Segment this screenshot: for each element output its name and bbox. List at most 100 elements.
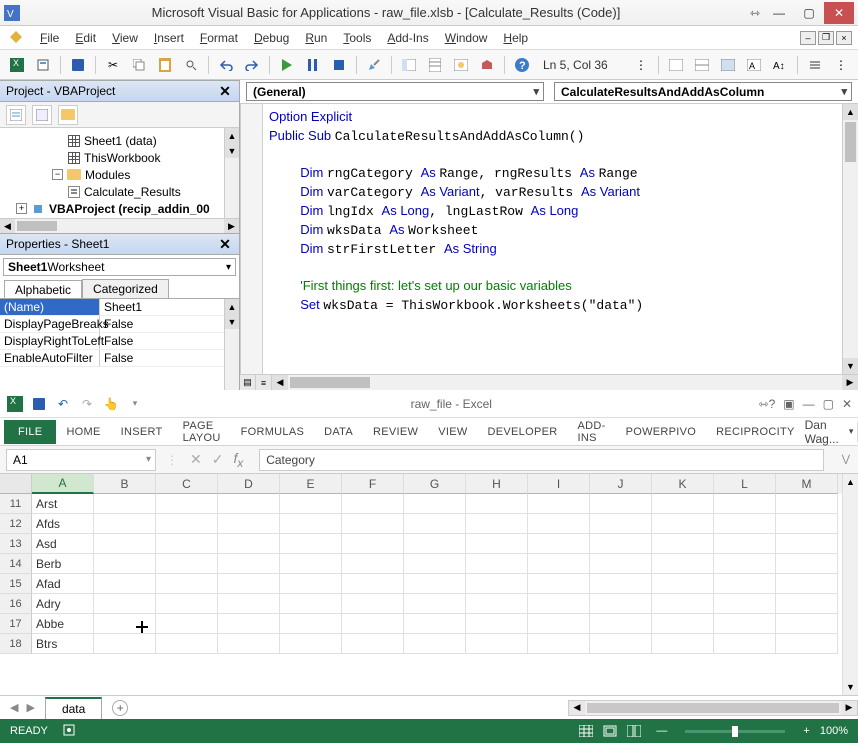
extra-tb-6[interactable] [804,54,826,76]
row-header[interactable]: 13 [0,534,32,554]
sheet-nav-prev-button[interactable]: ◀ [10,701,18,714]
insert-function-button[interactable]: fx [233,450,243,470]
find-button[interactable] [180,54,202,76]
cell[interactable] [714,514,776,534]
project-panel-close-button[interactable]: ✕ [217,83,233,99]
cell[interactable] [466,634,528,654]
cell[interactable] [156,634,218,654]
formula-input[interactable]: Category [259,449,824,471]
cell[interactable] [156,494,218,514]
maximize-button[interactable]: ▢ [794,2,824,24]
cell[interactable] [776,594,838,614]
expand-icon[interactable]: + [16,203,27,214]
toolbar-overflow-icon-2[interactable]: ⋮ [830,54,852,76]
project-tree[interactable]: Sheet1 (data) ThisWorkbook −Modules Calc… [0,128,239,218]
properties-grid[interactable]: (Name)Sheet1DisplayPageBreaksFalseDispla… [0,298,239,390]
view-excel-button[interactable] [6,54,28,76]
cell[interactable] [280,614,342,634]
cell[interactable] [94,574,156,594]
cell[interactable] [156,594,218,614]
menu-debug[interactable]: Debug [246,29,297,47]
cell[interactable] [528,574,590,594]
qat-touch-mode-button[interactable]: 👆 [102,395,120,413]
cell[interactable] [466,594,528,614]
row-header[interactable]: 16 [0,594,32,614]
cell[interactable] [94,614,156,634]
ribbon-tab-view[interactable]: VIEW [428,420,477,444]
ribbon-tab-data[interactable]: DATA [314,420,363,444]
insert-dropdown-button[interactable] [32,54,54,76]
sheet-tab-data[interactable]: data [45,697,102,719]
normal-view-button[interactable] [574,722,598,740]
cell[interactable] [280,634,342,654]
column-header-I[interactable]: I [528,474,590,494]
cell[interactable]: Btrs [32,634,94,654]
tree-addin-project[interactable]: +VBAProject (recip_addin_00 [2,200,237,217]
cell[interactable] [404,534,466,554]
cell[interactable] [466,574,528,594]
cell[interactable] [156,534,218,554]
save-button[interactable] [67,54,89,76]
row-header[interactable]: 14 [0,554,32,574]
tree-hscrollbar[interactable]: ◀▶ [0,218,239,233]
menu-insert[interactable]: Insert [146,29,192,47]
extra-tb-5[interactable]: A↕ [769,54,791,76]
row-header[interactable]: 18 [0,634,32,654]
cell[interactable] [714,494,776,514]
cell[interactable] [590,574,652,594]
cell[interactable] [342,494,404,514]
cell[interactable] [280,494,342,514]
cell[interactable] [218,534,280,554]
zoom-level-label[interactable]: 100% [820,725,848,737]
column-header-H[interactable]: H [466,474,528,494]
page-break-view-button[interactable] [622,722,646,740]
cell[interactable] [466,494,528,514]
excel-maximize-button[interactable]: ▢ [823,397,834,411]
redo-button[interactable] [241,54,263,76]
ribbon-tab-file[interactable]: FILE [4,420,56,444]
zoom-slider[interactable] [685,730,785,733]
cell[interactable] [218,574,280,594]
macro-record-button[interactable] [62,723,76,740]
cell[interactable] [404,554,466,574]
qat-save-button[interactable] [30,395,48,413]
cell[interactable] [218,514,280,534]
ribbon-tab-page-layou[interactable]: PAGE LAYOU [173,414,231,450]
tree-sheet1[interactable]: Sheet1 (data) [2,132,237,149]
ribbon-tab-developer[interactable]: DEVELOPER [478,420,568,444]
mdi-minimize-button[interactable]: – [800,31,816,45]
cell[interactable] [218,554,280,574]
column-header-L[interactable]: L [714,474,776,494]
run-button[interactable] [276,54,298,76]
cut-button[interactable]: ✂ [102,54,124,76]
cell[interactable] [218,494,280,514]
column-header-A[interactable]: A [32,474,94,494]
collapse-icon[interactable]: − [52,169,63,180]
column-header-J[interactable]: J [590,474,652,494]
select-all-corner[interactable] [0,474,32,494]
ribbon-display-options-button[interactable]: ▣ [783,397,794,411]
cell[interactable] [404,634,466,654]
row-header[interactable]: 11 [0,494,32,514]
extra-tb-4[interactable]: A [743,54,765,76]
mdi-close-button[interactable]: × [836,31,852,45]
worksheet-grid[interactable]: 1112131415161718 ABCDEFGHIJKLM ArstAfdsA… [0,474,858,695]
cell[interactable]: Adry [32,594,94,614]
column-header-K[interactable]: K [652,474,714,494]
extra-tb-3[interactable] [717,54,739,76]
cell[interactable] [652,574,714,594]
object-browser-button[interactable] [450,54,472,76]
cell[interactable] [528,614,590,634]
cell[interactable] [94,534,156,554]
cell[interactable] [404,514,466,534]
cell[interactable] [218,594,280,614]
qat-customize-dropdown[interactable]: ▾ [126,395,144,413]
row-header[interactable]: 15 [0,574,32,594]
paste-button[interactable] [154,54,176,76]
cell[interactable] [776,614,838,634]
menu-window[interactable]: Window [437,29,496,47]
cell[interactable] [156,574,218,594]
cell[interactable] [342,554,404,574]
cell[interactable] [94,554,156,574]
column-header-C[interactable]: C [156,474,218,494]
